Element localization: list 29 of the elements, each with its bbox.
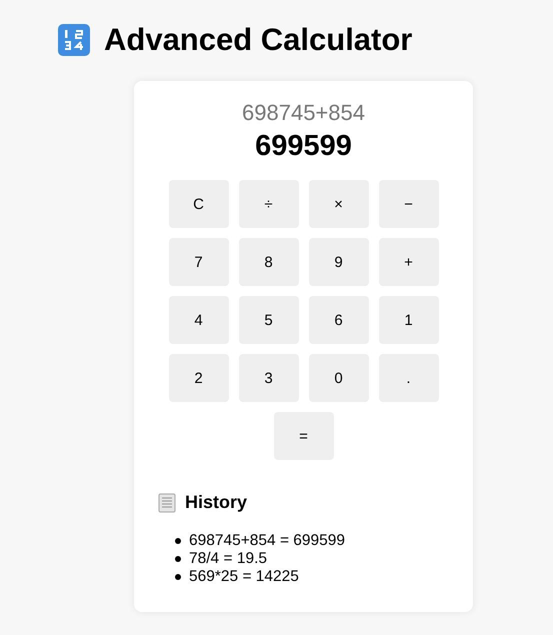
calculator-key[interactable]: 6 bbox=[308, 296, 368, 344]
equals-key[interactable]: = bbox=[274, 412, 334, 460]
calculator-key[interactable]: 1 bbox=[378, 296, 438, 344]
numbers-icon bbox=[58, 24, 90, 56]
calculator-key[interactable]: 2 bbox=[168, 354, 228, 402]
calculator-key[interactable]: 7 bbox=[168, 238, 228, 286]
calculator-key[interactable]: 8 bbox=[238, 238, 298, 286]
calculator-key[interactable]: 5 bbox=[238, 296, 298, 344]
calculator-key[interactable]: × bbox=[308, 180, 368, 228]
calculator-key[interactable]: C bbox=[168, 180, 228, 228]
calculator-key[interactable]: − bbox=[378, 180, 438, 228]
calculator-key[interactable]: 3 bbox=[238, 354, 298, 402]
history-heading: History bbox=[185, 492, 248, 513]
result-display: 699599 bbox=[254, 129, 353, 164]
calculator-key[interactable]: . bbox=[378, 354, 438, 402]
calculator-key[interactable]: 4 bbox=[168, 296, 228, 344]
bullet-icon bbox=[175, 556, 181, 562]
page-title: Advanced Calculator bbox=[104, 22, 412, 58]
calculator-key[interactable]: 0 bbox=[308, 354, 368, 402]
history-entry: 78/4 = 19.5 bbox=[189, 550, 267, 568]
document-icon bbox=[158, 492, 176, 512]
expression-display: 698745+854 bbox=[241, 99, 366, 127]
bullet-icon bbox=[175, 574, 181, 580]
calculator-key[interactable]: 9 bbox=[308, 238, 368, 286]
calculator-key[interactable]: ÷ bbox=[238, 180, 298, 228]
calculator-key[interactable]: + bbox=[378, 238, 438, 286]
history-entry: 698745+854 = 699599 bbox=[189, 532, 346, 550]
history-entry: 569*25 = 14225 bbox=[189, 568, 299, 586]
bullet-icon bbox=[175, 538, 181, 544]
